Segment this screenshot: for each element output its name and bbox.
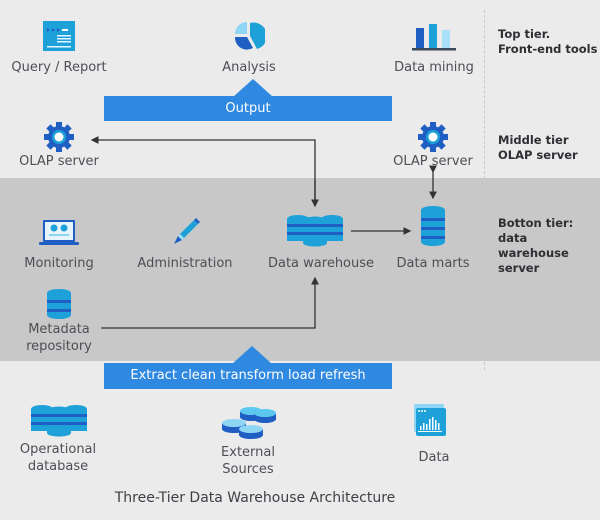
- administration-pencil-icon: [174, 218, 200, 244]
- data-chart-window-icon: [414, 404, 446, 436]
- diagram-title: Three-Tier Data Warehouse Architecture: [114, 490, 396, 506]
- data-mining-bar-icon: [412, 24, 456, 51]
- metadata-db-icon: [47, 289, 71, 319]
- olap-server-left-label: OLAP server: [19, 154, 99, 169]
- data-mining-label: Data mining: [394, 60, 474, 75]
- arrow-metadata-to-dw: [101, 276, 319, 329]
- output-banner-pointer: [233, 79, 273, 97]
- external-sources-icon: [222, 407, 276, 439]
- data-warehouse-label: Data warehouse: [267, 256, 375, 271]
- operational-database-icon: [31, 405, 87, 437]
- analysis-label: Analysis: [222, 60, 276, 75]
- output-banner: Output: [104, 96, 392, 121]
- tier-label-middle: Middle tier OLAP server: [498, 133, 578, 162]
- query-report-label: Query / Report: [11, 60, 107, 75]
- operational-database-label: Operational database: [19, 442, 97, 474]
- arrow-dw-to-olap-left: [90, 136, 316, 205]
- administration-label: Administration: [137, 256, 233, 271]
- data-label: Data: [418, 450, 450, 465]
- tier-label-bottom: Botton tier: data warehouse server: [498, 216, 574, 275]
- external-sources-label: External Sources: [221, 445, 275, 477]
- data-warehouse-db-icon: [287, 215, 343, 247]
- data-marts-db-icon: [421, 206, 445, 246]
- metadata-repository-label: Metadata repository: [26, 322, 92, 354]
- olap-server-gear-icon: [418, 122, 448, 152]
- olap-server-right-label: OLAP server: [393, 154, 473, 169]
- tier-label-top: Top tier. Front-end tools: [498, 27, 598, 56]
- data-marts-label: Data marts: [396, 256, 470, 271]
- etl-banner-pointer: [232, 346, 272, 364]
- olap-server-gear-icon: [44, 122, 74, 152]
- monitoring-label: Monitoring: [24, 256, 94, 271]
- analysis-pie-icon: [234, 22, 265, 50]
- query-report-icon: [43, 21, 75, 51]
- monitoring-laptop-icon: [39, 220, 79, 245]
- etl-banner: Extract clean transform load refresh: [104, 363, 392, 389]
